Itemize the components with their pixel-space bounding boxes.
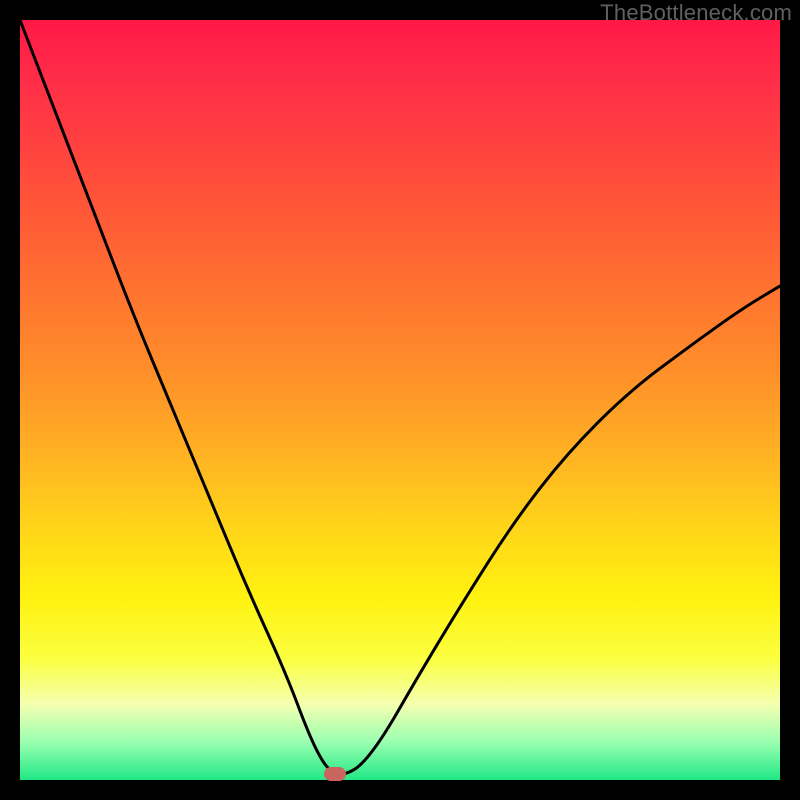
bottleneck-curve: [20, 20, 780, 780]
watermark-text: TheBottleneck.com: [600, 0, 792, 26]
plot-area: [20, 20, 780, 780]
optimal-point-marker: [324, 767, 346, 781]
chart-frame: TheBottleneck.com: [0, 0, 800, 800]
curve-path: [20, 20, 780, 774]
